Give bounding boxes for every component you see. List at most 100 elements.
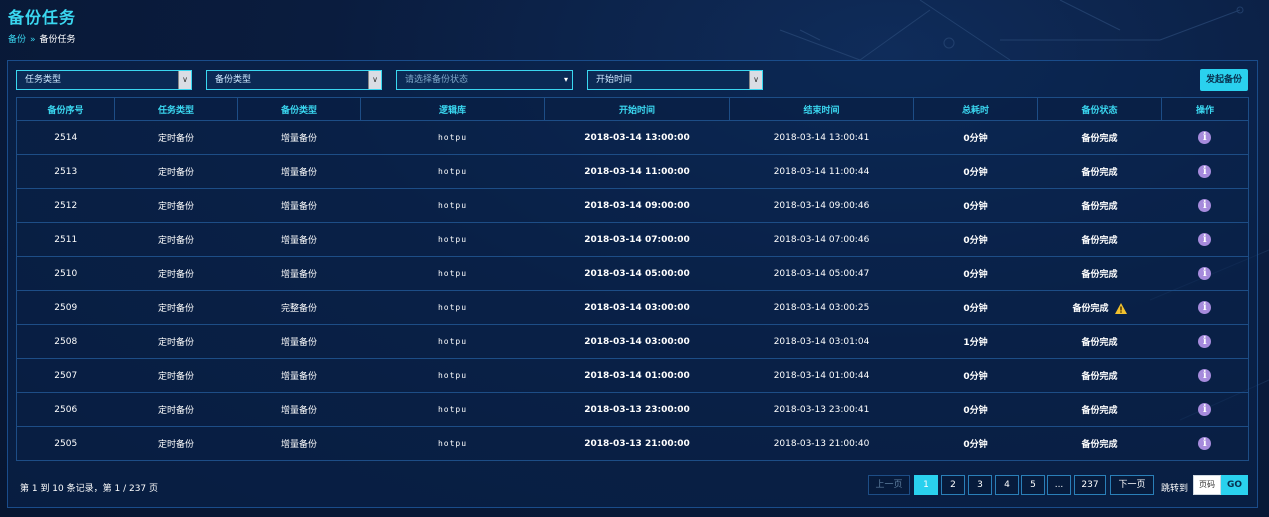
jump-page-input[interactable]: 页码 [1193,475,1221,495]
column-header-backup-type[interactable]: 备份类型 [237,97,361,121]
cell-status: 备份完成 [1037,392,1162,427]
page-button-2[interactable]: 2 [941,475,965,495]
info-icon[interactable]: i [1198,403,1212,416]
cell-end-time: 2018-03-14 05:00:47 [729,256,914,291]
cell-end-time: 2018-03-14 01:00:44 [729,358,914,393]
info-icon[interactable]: i [1198,437,1212,450]
cell-status: 备份完成 [1037,426,1162,461]
column-header-backup-status[interactable]: 备份状态 [1037,97,1162,121]
cell-backup-type: 增量备份 [237,154,361,189]
column-header-end-time[interactable]: 结束时间 [729,97,914,121]
cell-backup-id: 2513 [16,154,115,189]
cell-task-type: 定时备份 [114,222,238,257]
info-icon[interactable]: i [1198,369,1212,382]
task-type-select[interactable]: 任务类型 ∨ [16,70,192,90]
info-icon[interactable]: i [1198,165,1212,178]
cell-backup-type: 增量备份 [237,426,361,461]
table-row: 2511 定时备份 增量备份 hotpu 2018-03-14 07:00:00… [16,222,1249,257]
cell-start-time: 2018-03-14 13:00:00 [544,120,730,155]
cell-logical-db: hotpu [360,392,545,427]
cell-task-type: 定时备份 [114,290,238,325]
cell-start-time: 2018-03-14 07:00:00 [544,222,730,257]
backup-type-select[interactable]: 备份类型 ∨ [206,70,382,90]
info-icon[interactable]: i [1198,233,1212,246]
column-header-backup-id[interactable]: 备份序号 [16,97,115,121]
page-button-4[interactable]: 4 [995,475,1019,495]
chevron-down-icon: ∨ [368,71,381,89]
table-row: 2513 定时备份 增量备份 hotpu 2018-03-14 11:00:00… [16,154,1249,189]
page-button-1[interactable]: 1 [914,475,938,495]
table-row: 2509 定时备份 完整备份 hotpu 2018-03-14 03:00:00… [16,290,1249,325]
cell-backup-id: 2509 [16,290,115,325]
go-button[interactable]: GO [1221,475,1248,495]
cell-start-time: 2018-03-14 01:00:00 [544,358,730,393]
cell-backup-type: 增量备份 [237,358,361,393]
prev-page-button[interactable]: 上一页 [868,475,910,495]
cell-actions: i [1161,290,1249,325]
cell-backup-id: 2505 [16,426,115,461]
cell-logical-db: hotpu [360,324,545,359]
cell-task-type: 定时备份 [114,120,238,155]
table-row: 2514 定时备份 增量备份 hotpu 2018-03-14 13:00:00… [16,120,1249,155]
caret-down-icon: ▾ [563,75,568,84]
breadcrumb-current: 备份任务 [39,35,76,45]
backup-status-select[interactable]: 请选择备份状态 ▾ [396,70,573,90]
next-page-button[interactable]: 下一页 [1110,475,1154,495]
info-icon[interactable]: i [1198,199,1212,212]
start-time-select-value: 开始时间 [596,75,633,85]
cell-task-type: 定时备份 [114,358,238,393]
cell-duration: 0分钟 [913,426,1038,461]
cell-backup-id: 2514 [16,120,115,155]
column-header-task-type[interactable]: 任务类型 [114,97,238,121]
cell-status: 备份完成 [1037,188,1162,223]
start-backup-button[interactable]: 发起备份 [1200,69,1248,91]
status-text: 备份完成 [1081,406,1118,416]
cell-actions: i [1161,154,1249,189]
page-button-last[interactable]: 237 [1074,475,1106,495]
info-icon[interactable]: i [1198,267,1212,280]
page-ellipsis: ... [1047,475,1071,495]
column-header-start-time[interactable]: 开始时间 [544,97,730,121]
warning-icon[interactable] [1114,303,1127,314]
info-icon[interactable]: i [1198,131,1212,144]
breadcrumb: 备份 » 备份任务 [8,32,76,45]
cell-backup-type: 完整备份 [237,290,361,325]
column-header-logical-db[interactable]: 逻辑库 [360,97,545,121]
column-header-actions: 操作 [1161,97,1249,121]
start-time-select[interactable]: 开始时间 ∨ [587,70,763,90]
info-icon[interactable]: i [1198,335,1212,348]
breadcrumb-home-link[interactable]: 备份 [8,35,26,45]
cell-backup-type: 增量备份 [237,188,361,223]
cell-status: 备份完成 [1037,290,1162,325]
cell-actions: i [1161,324,1249,359]
cell-start-time: 2018-03-14 09:00:00 [544,188,730,223]
table-row: 2507 定时备份 增量备份 hotpu 2018-03-14 01:00:00… [16,358,1249,393]
cell-task-type: 定时备份 [114,392,238,427]
status-text: 备份完成 [1081,270,1118,280]
cell-backup-id: 2512 [16,188,115,223]
chevron-down-icon: ∨ [178,71,191,89]
cell-logical-db: hotpu [360,290,545,325]
table-row: 2510 定时备份 增量备份 hotpu 2018-03-14 05:00:00… [16,256,1249,291]
info-icon[interactable]: i [1198,301,1212,314]
pagination-summary: 第 1 到 10 条记录，第 1 / 237 页 [20,484,159,494]
cell-backup-id: 2511 [16,222,115,257]
backup-type-select-value: 备份类型 [215,75,252,85]
status-text: 备份完成 [1072,304,1109,314]
column-header-duration[interactable]: 总耗时 [913,97,1038,121]
table-row: 2505 定时备份 增量备份 hotpu 2018-03-13 21:00:00… [16,426,1249,461]
cell-logical-db: hotpu [360,358,545,393]
cell-start-time: 2018-03-14 05:00:00 [544,256,730,291]
cell-actions: i [1161,392,1249,427]
cell-end-time: 2018-03-14 09:00:46 [729,188,914,223]
cell-task-type: 定时备份 [114,256,238,291]
page-button-5[interactable]: 5 [1021,475,1045,495]
cell-end-time: 2018-03-13 23:00:41 [729,392,914,427]
cell-logical-db: hotpu [360,256,545,291]
cell-duration: 0分钟 [913,188,1038,223]
cell-logical-db: hotpu [360,188,545,223]
cell-duration: 0分钟 [913,154,1038,189]
page-button-3[interactable]: 3 [968,475,992,495]
cell-duration: 1分钟 [913,324,1038,359]
cell-task-type: 定时备份 [114,426,238,461]
